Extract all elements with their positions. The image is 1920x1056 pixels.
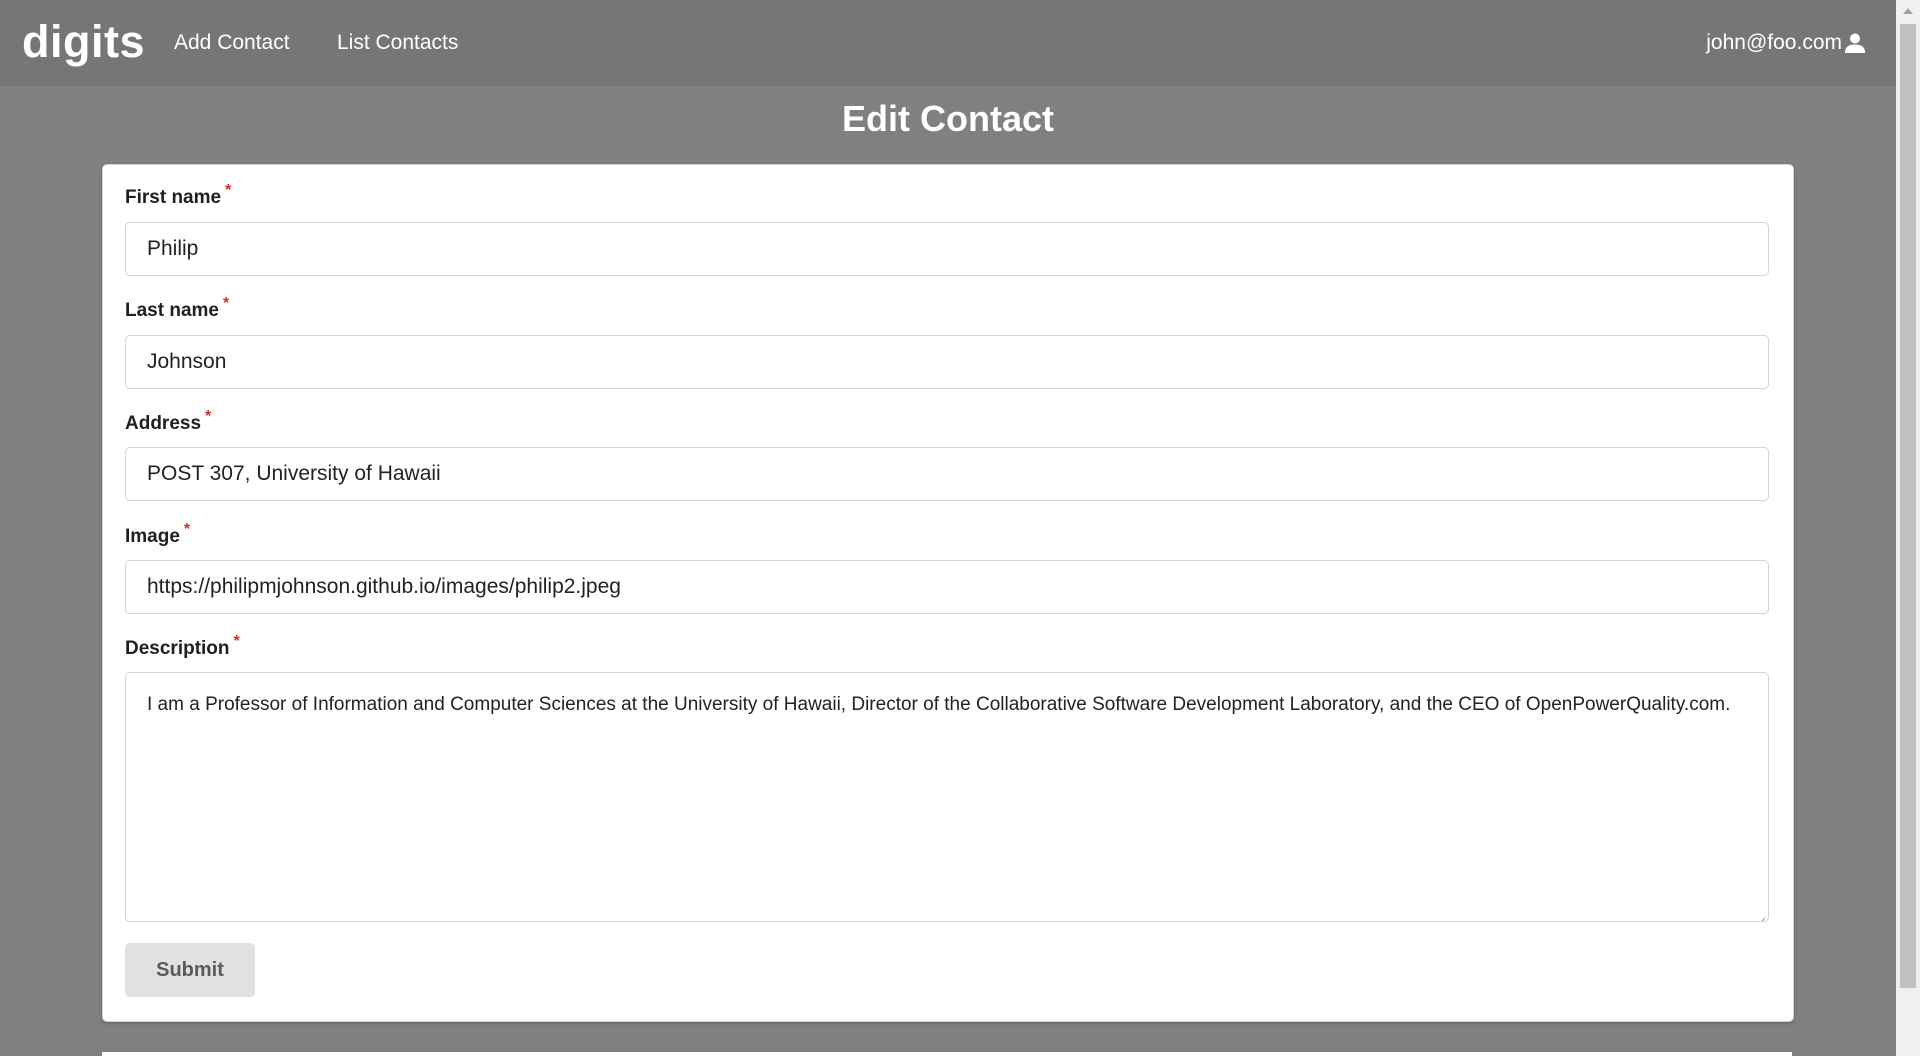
page: digits Add Contact List Contacts john@fo…: [0, 0, 1896, 1056]
resize-grip-icon[interactable]: [1756, 909, 1766, 921]
required-marker: *: [233, 633, 240, 650]
next-card-edge: [102, 1052, 1792, 1056]
nav-add-contact[interactable]: Add Contact: [174, 31, 290, 55]
image-input[interactable]: https://philipmjohnson.github.io/images/…: [125, 560, 1769, 614]
description-text: I am a Professor of Information and Comp…: [147, 694, 1731, 715]
description-textarea[interactable]: I am a Professor of Information and Comp…: [125, 672, 1769, 922]
address-input[interactable]: POST 307, University of Hawaii: [125, 447, 1769, 501]
first-name-input[interactable]: Philip: [125, 222, 1769, 276]
nav-list-contacts[interactable]: List Contacts: [337, 31, 458, 55]
required-marker: *: [183, 521, 191, 538]
user-email: john@foo.com: [1706, 31, 1842, 54]
description-label: Description *: [125, 633, 240, 659]
vertical-scrollbar[interactable]: [1896, 0, 1920, 1056]
first-name-label: First name *: [125, 182, 232, 208]
last-name-label: Last name *: [125, 295, 230, 321]
user-icon: [1844, 32, 1866, 54]
required-marker: *: [225, 182, 232, 199]
scroll-up-arrow-icon[interactable]: [1903, 8, 1913, 14]
submit-button[interactable]: Submit: [125, 943, 255, 997]
image-label: Image *: [125, 521, 191, 547]
last-name-input[interactable]: Johnson: [125, 335, 1769, 389]
scrollbar-thumb[interactable]: [1900, 24, 1916, 988]
user-menu[interactable]: john@foo.com: [1706, 31, 1866, 55]
required-marker: *: [205, 408, 212, 425]
brand-logo[interactable]: digits: [22, 16, 145, 68]
edit-contact-form: First name * Philip Last name * Johnson Ad…: [102, 164, 1794, 1022]
navbar: digits Add Contact List Contacts john@fo…: [0, 0, 1896, 86]
required-marker: *: [222, 295, 230, 312]
page-title: Edit Contact: [842, 98, 1054, 139]
address-label: Address *: [125, 408, 212, 434]
